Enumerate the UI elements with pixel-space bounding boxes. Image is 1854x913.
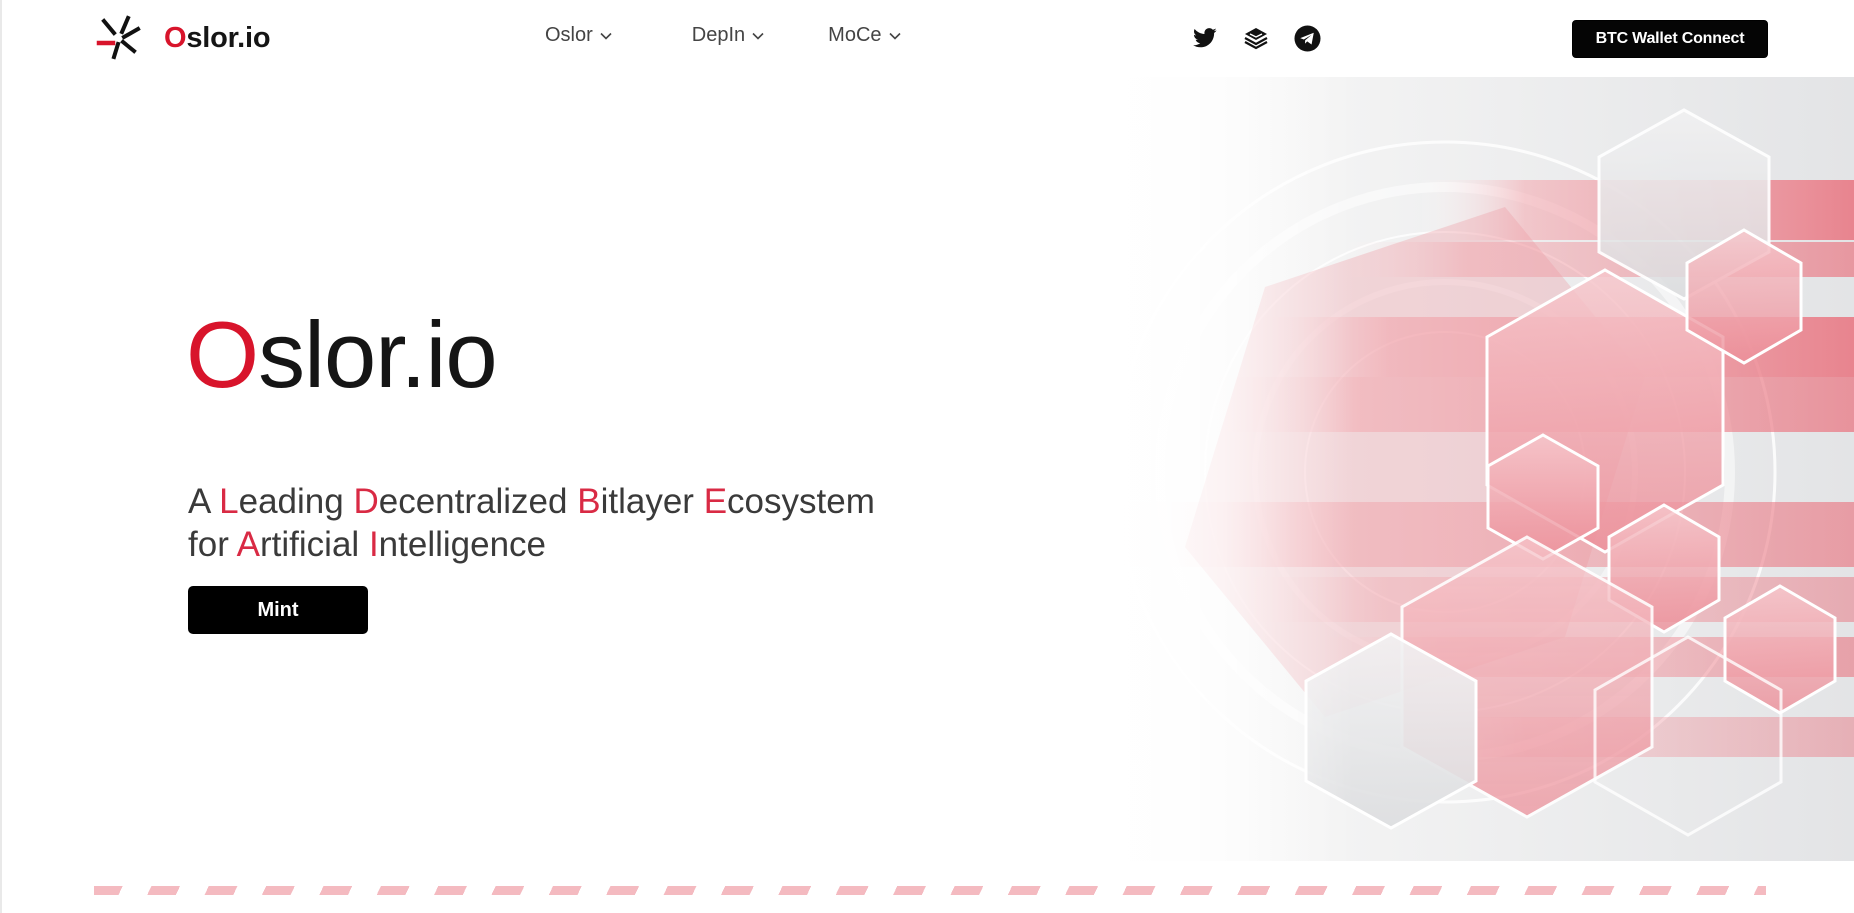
hero-title-initial: O [186,302,259,407]
nav-item-label: DepIn [691,24,746,46]
gitbook-link[interactable] [1242,24,1270,52]
hero-subtitle: A Leading Decentralized Bitlayer Ecosyst… [188,480,875,566]
page-left-border [0,0,2,913]
main-nav: Oslor DepIn MoCe [545,24,965,47]
highlight-letter: A [236,525,261,564]
text-fragment: ecentralized [378,482,568,521]
highlight-letter: B [577,482,601,521]
text-fragment: A [188,482,210,521]
nav-item-label: MoCe [828,24,882,46]
brand-name-initial: O [164,21,187,54]
hero-subtitle-line-1: A Leading Decentralized Bitlayer Ecosyst… [188,482,875,521]
hero-subtitle-line-2: for Artificial Intelligence [188,525,546,564]
nav-item-oslor[interactable]: Oslor [545,24,612,47]
highlight-letter: E [703,482,728,521]
chevron-down-icon [752,32,764,40]
mint-button[interactable]: Mint [188,586,368,634]
nav-item-moce[interactable]: MoCe [828,24,901,47]
nav-item-depin[interactable]: DepIn [692,24,764,47]
brand-logo[interactable]: Oslor.io [96,15,271,60]
text-fragment: eading [238,482,344,521]
highlight-letter: L [219,482,239,521]
chevron-down-icon [600,32,612,40]
gitbook-icon [1244,28,1268,50]
twitter-link[interactable] [1191,24,1219,52]
text-fragment: rtificial [260,525,360,564]
social-links [1191,24,1344,52]
telegram-link[interactable] [1293,24,1321,52]
text-fragment: ntelligence [378,525,547,564]
top-header: Oslor.io Oslor DepIn MoCe BTC Wallet Con… [0,0,1854,76]
nav-item-label: Oslor [545,24,593,46]
oslor-pinwheel-icon [96,15,141,60]
text-fragment: itlayer [600,482,694,521]
text-fragment: for [188,525,229,564]
telegram-icon [1293,24,1321,52]
decorative-stripe-divider [94,886,1766,895]
highlight-letter: D [353,482,379,521]
btc-wallet-connect-button[interactable]: BTC Wallet Connect [1572,20,1768,58]
twitter-icon [1193,28,1217,48]
text-fragment: cosystem [727,482,875,521]
brand-name: Oslor.io [164,21,271,55]
hero-title: Oslor.io [186,308,498,402]
hexagon-hero-illustration [1085,77,1854,861]
brand-name-rest: slor.io [186,21,271,54]
highlight-letter: I [368,525,379,564]
chevron-down-icon [888,32,901,40]
hero-title-rest: slor.io [258,302,498,407]
